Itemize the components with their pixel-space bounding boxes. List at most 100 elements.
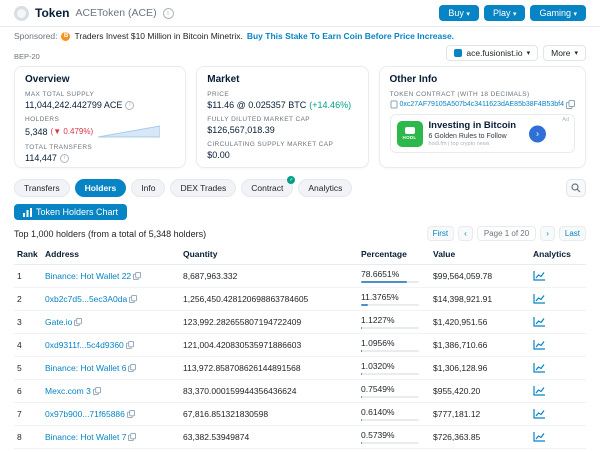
header-quantity: Quantity (180, 244, 358, 265)
pagination-next[interactable]: › (540, 226, 555, 241)
analytics-chart-icon[interactable] (533, 408, 546, 421)
value-cell: $726,363.85 (430, 426, 530, 449)
percentage-cell: 1.0956% (358, 334, 430, 357)
official-site-button[interactable]: ace.fusionist.io ▾ (446, 45, 538, 61)
tab-transfers[interactable]: Transfers (14, 179, 70, 197)
chevron-down-icon: ▾ (513, 11, 517, 18)
address-cell: 0xd422a1...67221568 (42, 449, 180, 452)
value-cell: $14,398,921.91 (430, 288, 530, 311)
address-link[interactable]: 0xb2c7d5...5ec3A0da (45, 294, 127, 304)
percentage-cell: 1.1227% (358, 311, 430, 334)
address-link[interactable]: Binance: Hot Wallet 7 (45, 432, 126, 442)
analytics-cell (530, 403, 586, 426)
tab-dex-trades[interactable]: DEX Trades (170, 179, 236, 197)
analytics-chart-icon[interactable] (533, 316, 546, 329)
sponsored-bar: Sponsored: B Traders Invest $10 Million … (0, 27, 600, 44)
value-cell: $955,420.20 (430, 380, 530, 403)
rank-cell: 6 (14, 380, 42, 403)
tab-analytics[interactable]: Analytics (298, 179, 352, 197)
address-link[interactable]: Mexc.com 3 (45, 386, 91, 396)
price-change: (+14.46%) (309, 100, 351, 110)
address-cell: Gate.io (42, 311, 180, 334)
copy-icon[interactable] (131, 271, 141, 281)
copy-icon[interactable] (125, 409, 135, 419)
percentage-value: 78.6651% (361, 269, 399, 279)
analytics-chart-icon[interactable] (533, 270, 546, 283)
address-link[interactable]: 0xd9311f...5c4d9360 (45, 340, 124, 350)
pagination-prev[interactable]: ‹ (458, 226, 473, 241)
quantity-cell: 8,687,963.332 (180, 265, 358, 288)
quantity-cell: 113,972.858708626144891568 (180, 357, 358, 380)
holders-table: Rank Address Quantity Percentage Value A… (14, 244, 586, 452)
analytics-chart-icon[interactable] (533, 293, 546, 306)
header-buttons: Buy ▾ Play ▾Gaming ▾ (439, 5, 586, 21)
token-info-icon[interactable]: i (163, 8, 174, 19)
info-icon[interactable]: i (60, 154, 69, 163)
copy-icon[interactable] (91, 386, 101, 396)
address-link[interactable]: 0x97b900...71f65886 (45, 409, 125, 419)
analytics-chart-icon[interactable] (533, 431, 546, 444)
analytics-cell (530, 380, 586, 403)
search-button[interactable] (566, 179, 586, 197)
quantity-cell: 67,816.851321830598 (180, 403, 358, 426)
copy-icon[interactable] (126, 363, 136, 373)
summary-row: Top 1,000 holders (from a total of 5,348… (0, 224, 600, 244)
ad-next-button[interactable]: › (529, 125, 546, 142)
address-link[interactable]: Binance: Hot Wallet 6 (45, 363, 126, 373)
search-icon (571, 183, 581, 193)
hodl-logo-icon: HODL (397, 121, 423, 147)
header-rank: Rank (14, 244, 42, 265)
circ-cap-label: CIRCULATING SUPPLY MARKET CAP (207, 141, 357, 148)
bitcoin-coin-icon: B (61, 32, 70, 41)
table-row: 8Binance: Hot Wallet 763,382.539498740.5… (14, 426, 586, 449)
percentage-bar (361, 304, 419, 306)
analytics-chart-icon[interactable] (533, 362, 546, 375)
rank-cell: 9 (14, 449, 42, 452)
percentage-bar (361, 350, 419, 352)
ad-url: hodl.fm | top crypto news (429, 141, 517, 147)
quantity-cell: 83,370.000159944356436624 (180, 380, 358, 403)
value-cell: $99,564,059.78 (430, 265, 530, 288)
copy-icon[interactable] (72, 317, 82, 327)
analytics-chart-icon[interactable] (533, 339, 546, 352)
holders-count: 5,348 (25, 127, 48, 137)
percentage-bar (361, 419, 419, 421)
more-button[interactable]: More ▾ (543, 45, 586, 61)
analytics-cell (530, 334, 586, 357)
value-cell: $777,181.12 (430, 403, 530, 426)
chevron-down-icon: ▾ (527, 49, 531, 57)
holders-sparkline (98, 125, 160, 138)
token-standard-badge: BEP-20 (14, 52, 40, 61)
copy-icon[interactable] (127, 294, 137, 304)
analytics-cell (530, 288, 586, 311)
rank-cell: 2 (14, 288, 42, 311)
pagination-first[interactable]: First (427, 226, 455, 241)
sponsored-label: Sponsored: (14, 31, 57, 41)
ad-banner[interactable]: Ad HODL Investing in Bitcoin 6 Golden Ru… (390, 114, 576, 153)
pagination-last[interactable]: Last (559, 226, 586, 241)
quantity-cell: 121,004.420830535971886603 (180, 334, 358, 357)
value-cell: $659,427.08 (430, 449, 530, 452)
info-icon[interactable]: i (125, 101, 134, 110)
rank-cell: 7 (14, 403, 42, 426)
tab-contract[interactable]: Contract✓ (241, 179, 293, 197)
percentage-value: 1.0956% (361, 338, 395, 348)
contract-address-link[interactable]: 0xc27AF79105A507b4c3411623dAE85b38F4B53b… (400, 101, 565, 108)
table-row: 5Binance: Hot Wallet 6113,972.8587086261… (14, 357, 586, 380)
external-link-icon (454, 49, 462, 57)
token-holders-chart-button[interactable]: Token Holders Chart (14, 204, 127, 220)
copy-icon[interactable] (566, 100, 575, 109)
gaming-button[interactable]: Gaming ▾ (530, 5, 586, 21)
rank-cell: 4 (14, 334, 42, 357)
address-link[interactable]: Binance: Hot Wallet 22 (45, 271, 131, 281)
tab-info[interactable]: Info (131, 179, 165, 197)
analytics-chart-icon[interactable] (533, 385, 546, 398)
tab-holders[interactable]: Holders (75, 179, 127, 197)
sponsored-link[interactable]: Buy This Stake To Earn Coin Before Price… (247, 31, 454, 41)
copy-icon[interactable] (124, 340, 134, 350)
buy-button[interactable]: Buy ▾ (439, 5, 479, 21)
play-button[interactable]: Play ▾ (484, 5, 526, 21)
copy-icon[interactable] (126, 432, 136, 442)
address-link[interactable]: Gate.io (45, 317, 72, 327)
percentage-bar (361, 327, 419, 329)
